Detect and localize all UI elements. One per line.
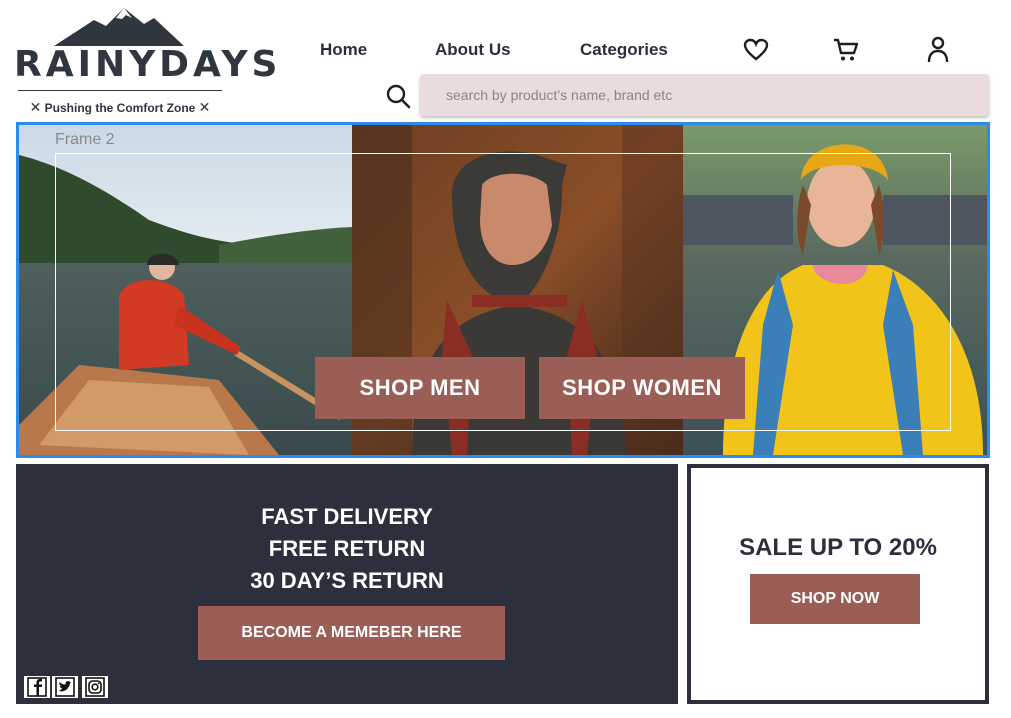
- promo-fast-delivery: FAST DELIVERY: [261, 504, 433, 529]
- search-icon[interactable]: [384, 82, 412, 110]
- nav-home[interactable]: Home: [320, 40, 367, 60]
- frame-label: Frame 2: [55, 131, 115, 148]
- instagram-icon[interactable]: [82, 676, 108, 698]
- mountain-icon: [54, 8, 184, 46]
- sale-panel: SALE UP TO 20% SHOP NOW: [687, 464, 989, 704]
- promo-free-return: FREE RETURN: [268, 536, 426, 561]
- shop-women-button[interactable]: SHOP WOMEN: [539, 357, 745, 419]
- nav-about-us[interactable]: About Us: [435, 40, 511, 60]
- tagline-text: Pushing the Comfort Zone: [44, 101, 196, 115]
- brand-name: RAINYDAYS: [14, 44, 282, 85]
- tagline-mark-right: ✕: [198, 99, 211, 115]
- sale-title: SALE UP TO 20%: [739, 534, 937, 561]
- cart-icon[interactable]: [832, 36, 860, 64]
- nav-categories[interactable]: Categories: [580, 40, 668, 60]
- search-input[interactable]: [420, 74, 989, 116]
- tagline-mark-left: ✕: [29, 99, 42, 115]
- hero-banner: Frame 2 SHOP MEN SHOP WOMEN: [16, 122, 990, 458]
- heart-icon[interactable]: [742, 36, 770, 64]
- shop-men-button[interactable]: SHOP MEN: [315, 357, 525, 419]
- logo-divider: [18, 90, 222, 91]
- become-member-button[interactable]: BECOME A MEMEBER HERE: [198, 606, 505, 660]
- brand-tagline: ✕ Pushing the Comfort Zone ✕: [14, 99, 226, 116]
- facebook-icon[interactable]: [24, 676, 50, 698]
- promo-30-day-return: 30 DAY’S RETURN: [250, 568, 444, 593]
- promo-panel: FAST DELIVERY FREE RETURN 30 DAY’S RETUR…: [16, 464, 678, 704]
- user-icon[interactable]: [924, 36, 952, 64]
- twitter-icon[interactable]: [52, 676, 78, 698]
- brand-logo[interactable]: RAINYDAYS ✕ Pushing the Comfort Zone ✕: [14, 6, 282, 116]
- shop-now-button[interactable]: SHOP NOW: [750, 574, 920, 624]
